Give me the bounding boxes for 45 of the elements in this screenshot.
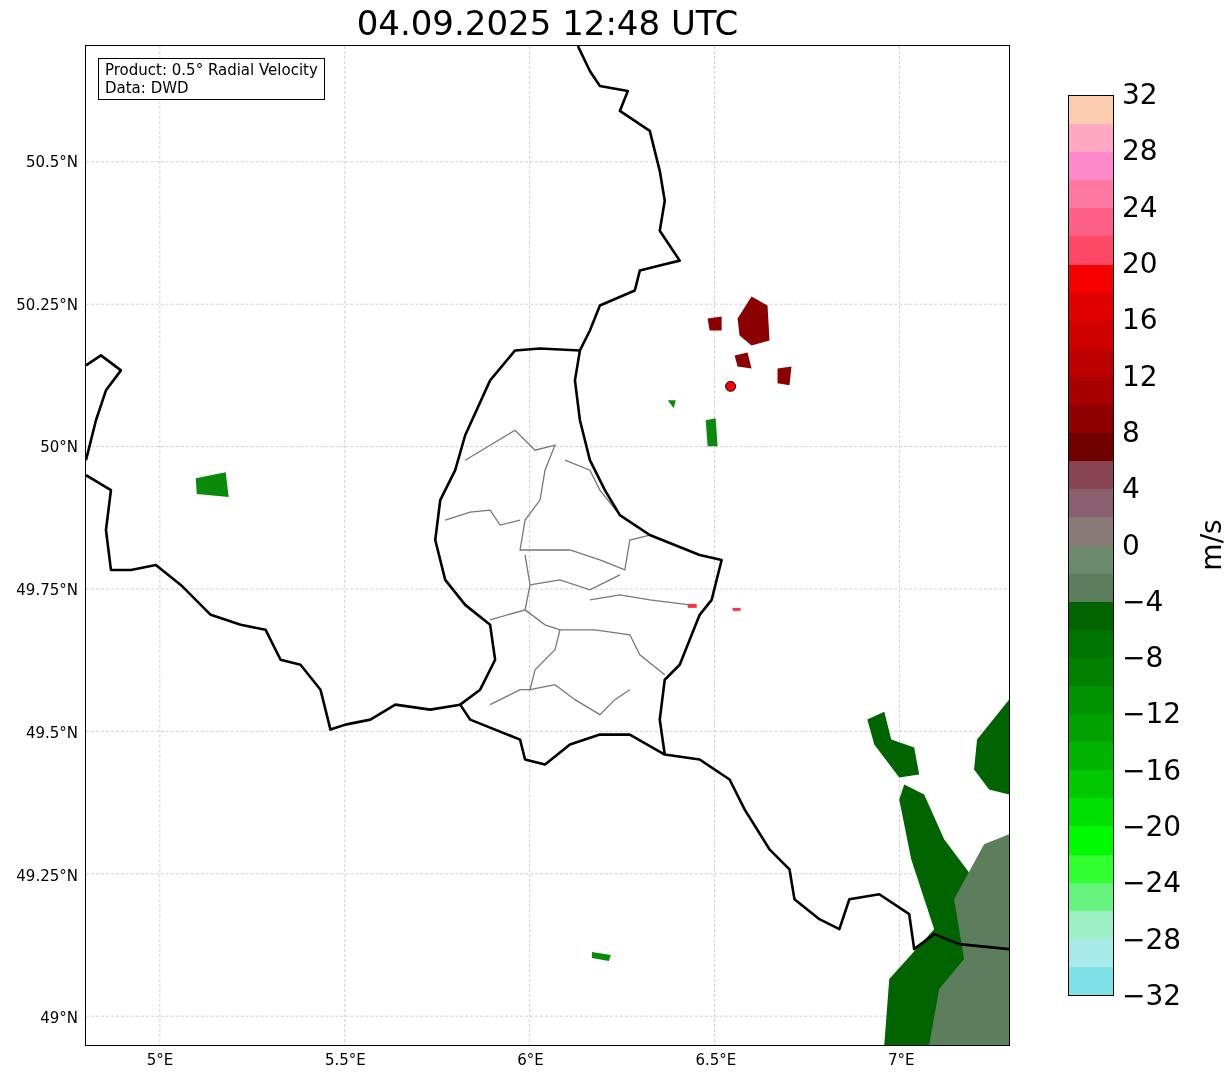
radar-echo (705, 418, 718, 447)
colorbar-tick-label: −16 (1122, 754, 1182, 787)
latitude-label: 50°N (40, 438, 78, 457)
latitude-label: 50.5°N (25, 153, 78, 171)
colorbar-tick-label: −12 (1122, 698, 1182, 731)
radar-echo (732, 607, 741, 611)
colorbar-tick-label: 4 (1122, 473, 1140, 506)
radar-echo (777, 366, 792, 386)
chart-title: 04.09.2025 12:48 UTC (356, 2, 739, 45)
latitude-label: 50.25°N (16, 295, 78, 314)
radar-echo (707, 316, 722, 331)
radar-echo (195, 472, 229, 498)
colorbar-tick-label: 32 (1122, 79, 1158, 111)
colorbar-tick-label: 28 (1122, 135, 1158, 168)
latitude-label: 49.5°N (25, 723, 78, 742)
longitude-label: 7°E (887, 1051, 915, 1069)
colorbar-tick-label: −20 (1122, 811, 1182, 844)
colorbar-tick-label: −8 (1122, 642, 1164, 675)
radar-echo (734, 352, 752, 369)
colorbar-tick-label: 16 (1122, 304, 1158, 337)
radar-site-marker (725, 380, 737, 392)
colorbar-tick-label: −32 (1122, 980, 1182, 1012)
info-text: Product: 0.5° Radial Velocity (105, 61, 318, 79)
radar-echo (737, 296, 770, 346)
longitude-label: 5°E (146, 1051, 174, 1069)
colorbar-axis-label: m/s (1195, 519, 1225, 571)
info-text: Data: DWD (105, 79, 190, 97)
colorbar-tick-label: −28 (1122, 923, 1182, 956)
radar-echo (667, 400, 676, 409)
radar-echo (591, 952, 611, 962)
latitude-label: 49.75°N (16, 581, 78, 600)
longitude-label: 6.5°E (695, 1051, 737, 1069)
colorbar-tick-label: 0 (1122, 529, 1140, 562)
latitude-label: 49°N (40, 1009, 78, 1028)
colorbar-tick-label: 8 (1122, 416, 1140, 449)
longitude-label: 5.5°E (324, 1051, 366, 1069)
radar-echo (687, 603, 697, 608)
colorbar-tick-label: 12 (1122, 360, 1158, 393)
colorbar-tick-label: −24 (1122, 867, 1182, 900)
latitude-label: 49.25°N (16, 866, 78, 885)
colorbar-tick-label: 20 (1122, 247, 1158, 280)
colorbar-tick-label: −4 (1122, 585, 1164, 618)
colorbar-tick-label: 24 (1122, 191, 1158, 224)
longitude-label: 6°E (517, 1051, 544, 1069)
radar-echo (867, 711, 920, 778)
